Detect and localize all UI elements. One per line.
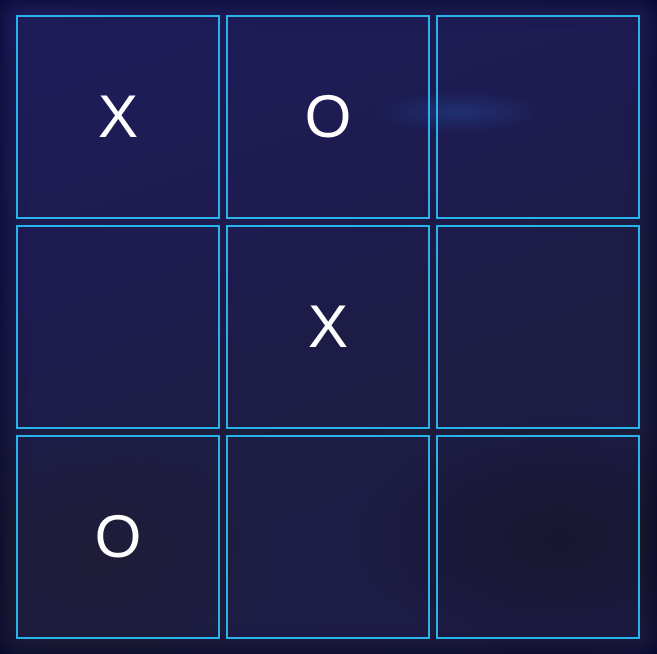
cell-r2-c2[interactable]: X	[226, 225, 430, 429]
cell-mark: O	[94, 503, 142, 570]
cell-r2-c1[interactable]	[16, 225, 220, 429]
cell-r3-c1[interactable]: O	[16, 435, 220, 639]
cell-r1-c2[interactable]: O	[226, 15, 430, 219]
cell-mark: X	[97, 83, 139, 150]
cell-r2-c3[interactable]	[436, 225, 640, 429]
tic-tac-toe-board: X O X O	[0, 0, 657, 654]
cell-r1-c1[interactable]: X	[16, 15, 220, 219]
cell-mark: X	[307, 293, 349, 360]
cell-r3-c2[interactable]	[226, 435, 430, 639]
cell-r1-c3[interactable]	[436, 15, 640, 219]
cell-mark: O	[304, 83, 352, 150]
cell-r3-c3[interactable]	[436, 435, 640, 639]
